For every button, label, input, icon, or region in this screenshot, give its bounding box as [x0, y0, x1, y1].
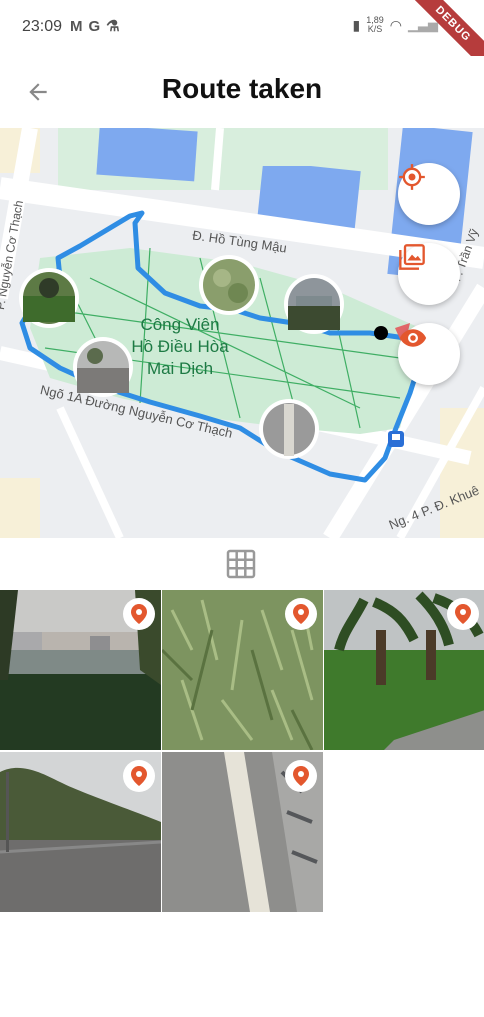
- location-pin-button[interactable]: [123, 760, 155, 792]
- location-pin-button[interactable]: [285, 760, 317, 792]
- photo-thumbnail[interactable]: [324, 590, 484, 750]
- photo-thumbnail[interactable]: [162, 752, 323, 912]
- page-title: Route taken: [161, 73, 323, 104]
- gallery-icon: [399, 244, 425, 270]
- eye-icon: [399, 329, 427, 347]
- map-photo-marker[interactable]: [19, 268, 79, 328]
- location-pin-icon: [131, 766, 147, 786]
- map-photo-marker[interactable]: [199, 255, 259, 315]
- my-location-icon: [399, 164, 425, 190]
- location-pin-icon: [293, 766, 309, 786]
- photo-thumbnail[interactable]: [0, 752, 161, 912]
- photo-thumbnail[interactable]: [0, 590, 161, 750]
- gmail-icon: M: [70, 18, 89, 35]
- app-bar: Route taken: [0, 56, 484, 128]
- my-location-button[interactable]: [398, 163, 460, 225]
- location-pin-icon: [131, 604, 147, 624]
- status-time: 23:09: [22, 18, 63, 35]
- grid-icon: [226, 549, 256, 579]
- flask-icon: ⚗: [106, 18, 126, 35]
- location-pin-icon: [293, 604, 309, 624]
- location-pin-button[interactable]: [123, 598, 155, 630]
- location-pin-button[interactable]: [285, 598, 317, 630]
- photo-thumbnail[interactable]: [162, 590, 323, 750]
- toggle-visibility-button[interactable]: [398, 323, 460, 385]
- vibrate-icon: ▮: [352, 16, 361, 33]
- map-photo-marker[interactable]: [284, 274, 344, 334]
- google-icon: G: [88, 18, 107, 35]
- status-right: ▮ 1,89 K/S ◠ ▁▃▅: [353, 16, 438, 34]
- route-map[interactable]: Đ. Hồ Tùng Mậu P. Nguyễn Cơ Thạch Ngõ 1A…: [0, 128, 484, 538]
- park-name: Công Viên Hồ Điều Hòa Mai Dịch: [131, 315, 229, 378]
- grid-view-toggle[interactable]: [226, 549, 256, 579]
- net-speed: 1,89 K/S: [366, 15, 384, 34]
- map-photo-marker[interactable]: [259, 399, 319, 459]
- gallery-button[interactable]: [398, 243, 460, 305]
- status-bar: 23:09 MG⚗ ▮ 1,89 K/S ◠ ▁▃▅ DEBUG: [0, 0, 484, 78]
- wifi-icon: ◠: [389, 16, 402, 33]
- notification-icons: MG⚗: [70, 17, 126, 35]
- location-pin-button[interactable]: [447, 598, 479, 630]
- location-pin-icon: [455, 604, 471, 624]
